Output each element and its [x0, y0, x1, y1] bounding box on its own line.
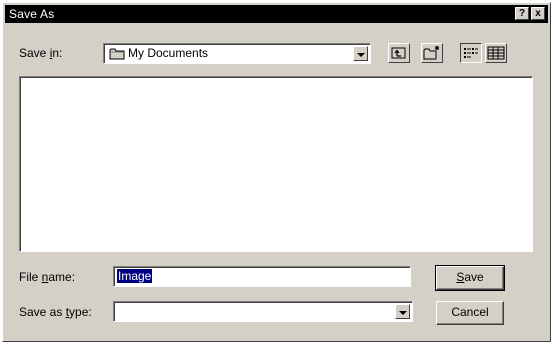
file-name-value: Image — [117, 269, 153, 283]
up-one-level-button[interactable] — [388, 43, 410, 63]
details-view-button[interactable] — [485, 43, 507, 63]
close-icon: x — [535, 8, 541, 19]
help-button[interactable]: ? — [515, 7, 529, 20]
list-view-icon — [464, 48, 478, 58]
file-list[interactable] — [19, 76, 533, 252]
create-new-folder-button[interactable] — [421, 43, 443, 63]
save-button[interactable]: Save — [435, 265, 505, 291]
file-name-field[interactable]: Image — [113, 266, 411, 287]
save-in-dropdown-arrow[interactable] — [353, 46, 368, 61]
folder-icon — [109, 48, 125, 60]
file-name-label: File name: — [19, 270, 76, 284]
save-in-dropdown[interactable]: My Documents — [103, 43, 371, 64]
save-in-label: Save in: — [19, 46, 63, 60]
create-new-folder-icon — [423, 46, 439, 60]
save-as-type-dropdown-arrow[interactable] — [395, 304, 410, 319]
close-button[interactable]: x — [531, 7, 545, 20]
save-in-value: My Documents — [128, 46, 209, 60]
list-view-button[interactable] — [460, 43, 482, 63]
save-as-type-dropdown[interactable] — [113, 301, 413, 322]
dialog-title: Save As — [9, 7, 55, 21]
up-one-level-icon — [391, 47, 406, 59]
help-icon: ? — [518, 8, 526, 19]
details-view-icon — [487, 46, 505, 60]
cancel-button[interactable]: Cancel — [436, 301, 504, 325]
save-as-dialog: Save As ? x Save in: My Documents File n… — [2, 2, 551, 342]
title-bar[interactable]: Save As ? x — [5, 5, 548, 23]
save-as-type-label: Save as type: — [19, 305, 92, 319]
